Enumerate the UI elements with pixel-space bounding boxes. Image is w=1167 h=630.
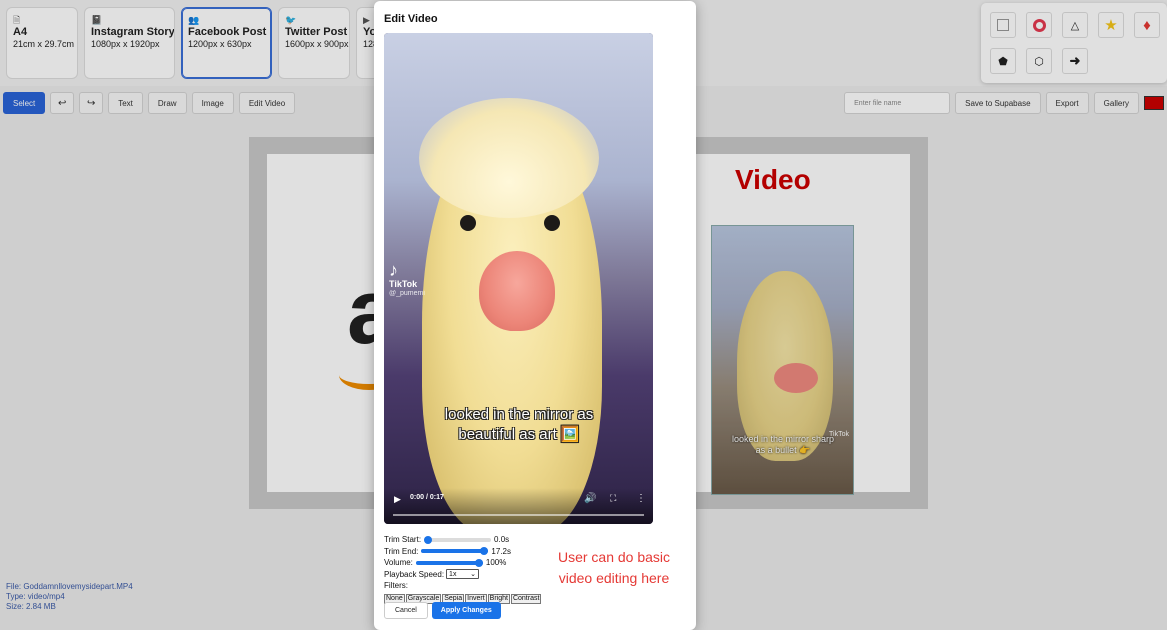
trim-end-label: Trim End: — [384, 546, 419, 556]
trim-start-value: 0.0s — [494, 535, 510, 545]
annotation-note: User can do basic video editing here — [546, 547, 682, 589]
duck-right-eye — [544, 215, 560, 231]
duck-left-eye — [460, 215, 476, 231]
video-progress-bar[interactable] — [393, 514, 644, 516]
cancel-button[interactable]: Cancel — [384, 602, 428, 619]
filters-label: Filters: — [384, 581, 408, 591]
apply-changes-button[interactable]: Apply Changes — [431, 602, 501, 619]
annotation-line-1: User can do basic — [557, 549, 671, 565]
volume-row: Volume: 100% — [384, 557, 542, 569]
caption-line-2: beautiful as art 🖼️ — [458, 426, 580, 443]
slider-fill — [421, 549, 489, 554]
duck-hair-shape — [419, 98, 599, 218]
duck-beak-shape — [479, 251, 555, 331]
speed-row: Playback Speed: 1x ⌄ — [384, 569, 542, 581]
volume-slider[interactable] — [415, 558, 483, 567]
slider-thumb[interactable] — [480, 547, 489, 556]
trim-end-row: Trim End: 17.2s — [384, 546, 542, 558]
more-options-icon[interactable]: ⋮ — [636, 493, 646, 504]
volume-label: Volume: — [384, 558, 413, 568]
filter-contrast-button[interactable]: Contrast — [510, 593, 542, 604]
video-time: 0:00 / 0:17 — [410, 494, 444, 501]
tiktok-label: TikTok — [389, 279, 418, 289]
caption-line-1: looked in the mirror as — [444, 406, 594, 423]
tiktok-watermark: ♪ TikTok @_pumemi — [389, 261, 425, 299]
edit-video-modal: Edit Video ♪ TikTok @_pumemi looked in t… — [374, 1, 696, 630]
slider-fill — [415, 560, 483, 565]
video-controls: ▶ 0:00 / 0:17 🔊 ⛶ ⋮ — [384, 488, 653, 524]
volume-value: 100% — [485, 558, 507, 568]
tiktok-handle: @_pumemi — [389, 290, 425, 297]
edit-controls: Trim Start: 0.0s Trim End: 17.2s Volume:… — [384, 534, 542, 604]
playback-speed-select[interactable]: 1x ⌄ — [446, 569, 480, 580]
trim-end-slider[interactable] — [421, 547, 489, 556]
modal-actions: Cancel Apply Changes — [384, 602, 501, 619]
trim-start-slider[interactable] — [424, 535, 492, 544]
speed-value: 1x — [449, 570, 457, 578]
modal-title: Edit Video — [384, 13, 438, 25]
slider-thumb[interactable] — [424, 535, 433, 544]
trim-start-label: Trim Start: — [384, 535, 422, 545]
filters-row: Filters: — [384, 580, 542, 592]
video-player[interactable]: ♪ TikTok @_pumemi looked in the mirror a… — [384, 33, 653, 524]
video-caption: looked in the mirror as beautiful as art… — [424, 405, 614, 445]
speed-label: Playback Speed: — [384, 569, 445, 579]
chevron-down-icon: ⌄ — [470, 571, 477, 579]
play-icon[interactable]: ▶ — [394, 494, 401, 505]
slider-thumb[interactable] — [474, 558, 483, 567]
trim-start-row: Trim Start: 0.0s — [384, 534, 542, 546]
annotation-line-2: video editing here — [558, 570, 670, 586]
fullscreen-icon[interactable]: ⛶ — [610, 493, 616, 504]
trim-end-value: 17.2s — [491, 546, 511, 556]
volume-icon[interactable]: 🔊 — [584, 493, 596, 504]
tiktok-logo-icon: ♪ — [389, 260, 398, 280]
